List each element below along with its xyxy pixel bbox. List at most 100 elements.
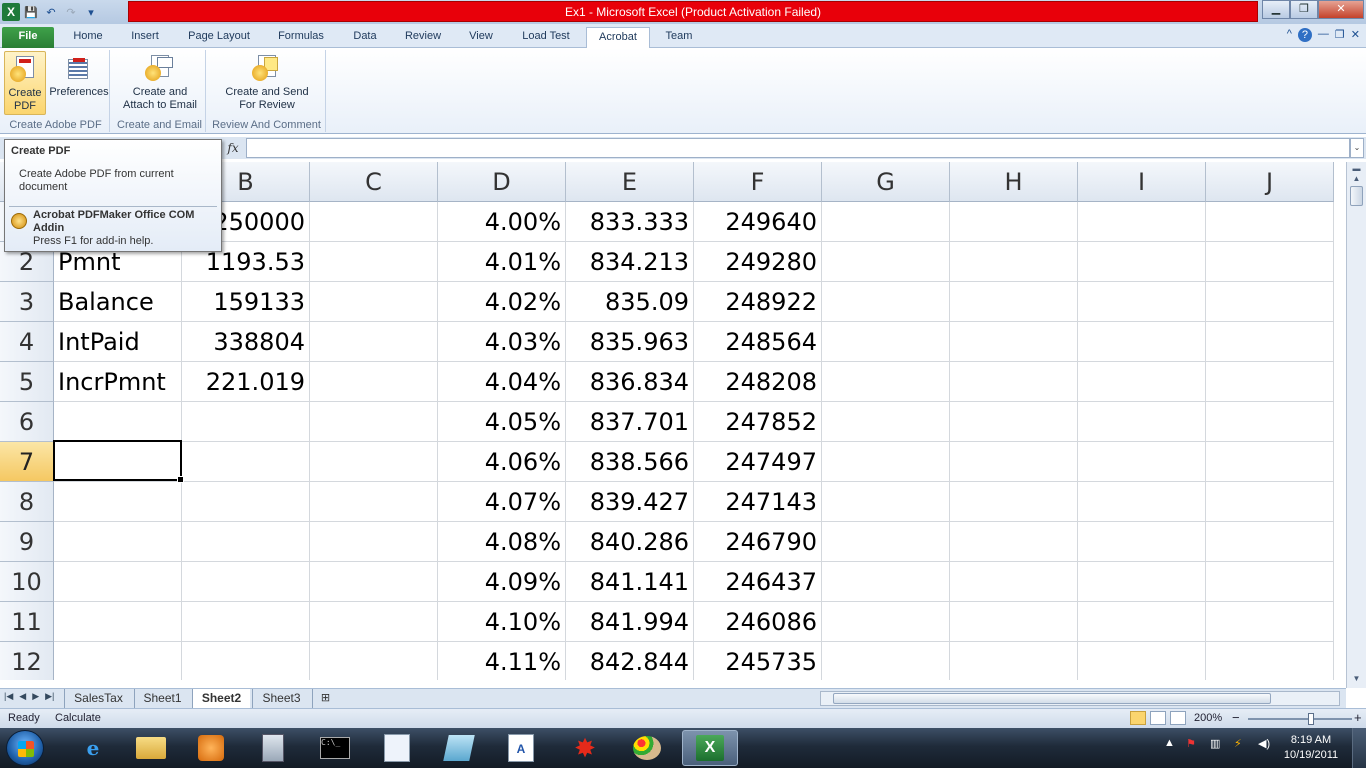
help-icon[interactable]: ? xyxy=(1297,28,1312,42)
cell-g11[interactable] xyxy=(822,602,950,642)
cell-i12[interactable] xyxy=(1078,642,1206,680)
preferences-button[interactable]: Preferences xyxy=(48,51,110,115)
cell-f6[interactable]: 247852 xyxy=(694,402,822,442)
cell-c10[interactable] xyxy=(310,562,438,602)
cell-b12[interactable] xyxy=(182,642,310,680)
cell-g9[interactable] xyxy=(822,522,950,562)
column-header-d[interactable]: D xyxy=(438,162,566,202)
cell-g2[interactable] xyxy=(822,242,950,282)
horizontal-scrollbar[interactable] xyxy=(820,691,1340,706)
action-center-icon[interactable]: ⚑ xyxy=(1186,737,1196,750)
cell-c7[interactable] xyxy=(310,442,438,482)
cell-j6[interactable] xyxy=(1206,402,1334,442)
create-attach-email-button[interactable]: Create and Attach to Email xyxy=(118,51,202,115)
cmd-icon[interactable]: C:\_ xyxy=(308,730,362,766)
formula-input[interactable] xyxy=(246,138,1350,158)
cell-f12[interactable]: 245735 xyxy=(694,642,822,680)
cell-h9[interactable] xyxy=(950,522,1078,562)
cell-g8[interactable] xyxy=(822,482,950,522)
cell-j12[interactable] xyxy=(1206,642,1334,680)
row-header-10[interactable]: 10 xyxy=(0,562,54,602)
cell-j1[interactable] xyxy=(1206,202,1334,242)
cell-a12[interactable] xyxy=(54,642,182,680)
cell-d11[interactable]: 4.10% xyxy=(438,602,566,642)
cell-g1[interactable] xyxy=(822,202,950,242)
cell-j9[interactable] xyxy=(1206,522,1334,562)
column-header-f[interactable]: F xyxy=(694,162,822,202)
cell-f8[interactable]: 247143 xyxy=(694,482,822,522)
cell-d9[interactable]: 4.08% xyxy=(438,522,566,562)
row-header-4[interactable]: 4 xyxy=(0,322,54,362)
last-sheet-icon[interactable]: ▶| xyxy=(45,691,54,702)
paint-icon[interactable] xyxy=(620,730,674,766)
cell-c6[interactable] xyxy=(310,402,438,442)
zoom-level[interactable]: 200% xyxy=(1194,712,1222,724)
cell-j8[interactable] xyxy=(1206,482,1334,522)
row-header-3[interactable]: 3 xyxy=(0,282,54,322)
first-sheet-icon[interactable]: |◀ xyxy=(4,691,13,702)
wordpad-icon[interactable]: A xyxy=(494,730,548,766)
cell-j11[interactable] xyxy=(1206,602,1334,642)
cell-g6[interactable] xyxy=(822,402,950,442)
cell-h1[interactable] xyxy=(950,202,1078,242)
cell-i7[interactable] xyxy=(1078,442,1206,482)
cell-h10[interactable] xyxy=(950,562,1078,602)
excel-logo-icon[interactable]: X xyxy=(2,3,20,21)
cell-c3[interactable] xyxy=(310,282,438,322)
vertical-scroll-thumb[interactable] xyxy=(1350,186,1363,206)
cell-d4[interactable]: 4.03% xyxy=(438,322,566,362)
create-send-review-button[interactable]: Create and Send For Review xyxy=(218,51,316,115)
zoom-in-icon[interactable]: + xyxy=(1354,710,1362,725)
cell-b9[interactable] xyxy=(182,522,310,562)
expand-formula-bar-icon[interactable]: ⌄ xyxy=(1350,138,1364,158)
sheet-tab-sheet3[interactable]: Sheet3 xyxy=(252,689,310,708)
scroll-up-icon[interactable]: ▲ xyxy=(1350,174,1363,184)
cell-a10[interactable] xyxy=(54,562,182,602)
workbook-minimize-icon[interactable]: — xyxy=(1318,28,1329,42)
tab-insert[interactable]: Insert xyxy=(120,27,170,48)
cell-b7[interactable] xyxy=(182,442,310,482)
redo-icon[interactable]: ↷ xyxy=(62,3,80,21)
cell-f7[interactable]: 247497 xyxy=(694,442,822,482)
cell-e12[interactable]: 842.844 xyxy=(566,642,694,680)
cell-d7[interactable]: 4.06% xyxy=(438,442,566,482)
cell-j5[interactable] xyxy=(1206,362,1334,402)
cell-e10[interactable]: 841.141 xyxy=(566,562,694,602)
cell-e11[interactable]: 841.994 xyxy=(566,602,694,642)
vertical-scrollbar[interactable]: ▬ ▲ ▼ xyxy=(1346,162,1366,688)
cell-a8[interactable] xyxy=(54,482,182,522)
cell-i6[interactable] xyxy=(1078,402,1206,442)
cell-c4[interactable] xyxy=(310,322,438,362)
spark-icon[interactable]: ✸ xyxy=(558,730,612,766)
cell-i5[interactable] xyxy=(1078,362,1206,402)
cell-a6[interactable] xyxy=(54,402,182,442)
cell-e1[interactable]: 833.333 xyxy=(566,202,694,242)
media-player-icon[interactable] xyxy=(184,730,238,766)
tab-formulas[interactable]: Formulas xyxy=(268,27,334,48)
minimize-ribbon-icon[interactable]: ^ xyxy=(1287,28,1292,42)
network-icon[interactable]: ▥ xyxy=(1210,737,1220,750)
cell-i1[interactable] xyxy=(1078,202,1206,242)
minimize-button[interactable]: ▁ xyxy=(1262,0,1290,19)
start-button[interactable] xyxy=(6,730,44,766)
cell-a9[interactable] xyxy=(54,522,182,562)
cell-c2[interactable] xyxy=(310,242,438,282)
cell-h12[interactable] xyxy=(950,642,1078,680)
row-header-8[interactable]: 8 xyxy=(0,482,54,522)
cell-f9[interactable]: 246790 xyxy=(694,522,822,562)
normal-view-icon[interactable] xyxy=(1130,711,1146,725)
workbook-close-icon[interactable]: ✕ xyxy=(1351,28,1360,42)
cell-b8[interactable] xyxy=(182,482,310,522)
scroll-down-icon[interactable]: ▼ xyxy=(1350,674,1363,684)
cell-i4[interactable] xyxy=(1078,322,1206,362)
cell-i8[interactable] xyxy=(1078,482,1206,522)
cell-b4[interactable]: 338804 xyxy=(182,322,310,362)
cell-b11[interactable] xyxy=(182,602,310,642)
column-header-g[interactable]: G xyxy=(822,162,950,202)
cell-d6[interactable]: 4.05% xyxy=(438,402,566,442)
ie-icon[interactable]: e xyxy=(66,730,120,766)
save-icon[interactable]: 💾 xyxy=(22,3,40,21)
split-box-icon[interactable]: ▬ xyxy=(1350,164,1363,174)
cell-i10[interactable] xyxy=(1078,562,1206,602)
cell-a3[interactable]: Balance xyxy=(54,282,182,322)
